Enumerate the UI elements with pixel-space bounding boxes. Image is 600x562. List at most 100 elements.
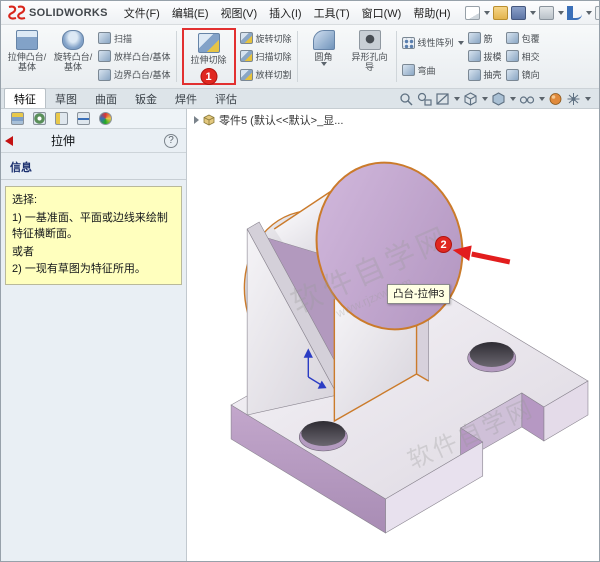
quick-access-toolbar	[464, 5, 599, 20]
linear-pattern-button[interactable]: 线性阵列	[401, 35, 464, 51]
cut-column: 旋转切除 扫描切除 放样切割	[238, 27, 294, 86]
section-view-caret-icon[interactable]	[454, 97, 460, 101]
lofted-boss-label: 放样凸台/基体	[114, 51, 171, 62]
collapse-panel-icon[interactable]	[5, 135, 13, 146]
solidworks-logo-icon	[8, 5, 26, 20]
open-icon[interactable]	[492, 5, 508, 20]
feature-manager-tab-icon[interactable]	[11, 112, 24, 125]
draft-button[interactable]: 拔模	[467, 48, 502, 64]
rib-column: 筋 拔模 抽壳	[466, 27, 504, 86]
new-caret-icon[interactable]	[483, 10, 490, 15]
mirror-icon	[505, 68, 519, 81]
ribbon-separator	[395, 31, 397, 82]
extrude-cut-icon	[197, 33, 220, 53]
help-icon[interactable]: ?	[164, 133, 178, 148]
intersect-button[interactable]: 相交	[505, 48, 540, 64]
intersect-icon	[505, 50, 519, 63]
display-style-icon[interactable]	[491, 92, 506, 106]
flex-label: 弯曲	[417, 65, 436, 76]
tree-item-label: 零件5 (默认<<默认>_显...	[219, 115, 344, 127]
tree-expand-icon[interactable]	[194, 116, 199, 124]
tab-features[interactable]: 特征	[4, 88, 46, 108]
lofted-cut-label: 放样切割	[255, 70, 292, 81]
menu-view[interactable]: 视图(V)	[215, 2, 264, 24]
mounting-hole-left[interactable]	[298, 421, 348, 452]
hide-show-caret-icon[interactable]	[539, 97, 545, 101]
hole-wizard-button[interactable]: 异形孔向导	[347, 27, 393, 86]
tab-evaluate[interactable]: 评估	[206, 89, 246, 108]
configuration-manager-tab-icon[interactable]	[55, 112, 68, 125]
zoom-fit-icon[interactable]	[399, 92, 414, 106]
draft-label: 拔模	[483, 51, 502, 62]
display-manager-tab-icon[interactable]	[99, 112, 112, 125]
save-icon[interactable]	[510, 5, 526, 20]
extrude-boss-button[interactable]: 拉伸凸台/基体	[4, 27, 50, 86]
wrap-button[interactable]: 包覆	[505, 30, 540, 46]
lofted-cut-button[interactable]: 放样切割	[239, 67, 292, 83]
zoom-area-icon[interactable]	[417, 92, 432, 106]
graphics-viewport[interactable]: 零件5 (默认<<默认>_显... 软件自学网 www.rjzxw.com 软件…	[187, 109, 599, 561]
view-settings-icon[interactable]	[566, 92, 581, 106]
swept-cut-button[interactable]: 扫描切除	[239, 48, 292, 64]
lofted-boss-icon	[98, 50, 111, 63]
menu-help[interactable]: 帮助(H)	[407, 2, 456, 24]
model-scene[interactable]: 软件自学网 www.rjzxw.com 软件自学网	[187, 109, 599, 561]
menu-edit[interactable]: 编辑(E)	[166, 2, 215, 24]
boundary-boss-button[interactable]: 边界凸台/基体	[98, 67, 171, 83]
flex-button[interactable]: 弯曲	[401, 62, 464, 78]
mirror-label: 镜向	[521, 70, 540, 81]
revolve-cut-label: 旋转切除	[255, 33, 292, 44]
view-orientation-icon[interactable]	[463, 92, 478, 106]
swept-boss-icon	[98, 32, 111, 45]
fillet-caret-icon[interactable]	[321, 62, 328, 67]
save-caret-icon[interactable]	[529, 10, 536, 15]
pattern-feature-group: 线性阵列 弯曲 筋 拔模 抽壳 包覆 相交 镜向	[398, 27, 544, 86]
print-caret-icon[interactable]	[557, 10, 564, 15]
mounting-hole-right[interactable]	[467, 342, 517, 373]
flex-icon	[401, 64, 415, 77]
solidworks-logo: SOLIDWORKS	[6, 5, 108, 20]
undo-icon[interactable]	[566, 5, 582, 20]
fillet-button[interactable]: 圆角	[301, 27, 347, 86]
view-orientation-caret-icon[interactable]	[482, 97, 488, 101]
menu-insert[interactable]: 插入(I)	[263, 2, 307, 24]
property-manager-header: 拉伸 ?	[1, 129, 186, 153]
hide-show-items-icon[interactable]	[519, 92, 535, 106]
step-1-badge: 1	[200, 68, 218, 85]
fillet-icon	[312, 30, 335, 50]
tab-sheet-metal[interactable]: 钣金	[126, 89, 166, 108]
solidworks-window: SOLIDWORKS 文件(F) 编辑(E) 视图(V) 插入(I) 工具(T)…	[0, 0, 600, 562]
view-settings-caret-icon[interactable]	[585, 97, 591, 101]
mirror-button[interactable]: 镜向	[505, 67, 540, 83]
property-manager-tab-icon[interactable]	[33, 112, 46, 125]
dimxpert-manager-tab-icon[interactable]	[77, 112, 90, 125]
shell-button[interactable]: 抽壳	[467, 67, 502, 83]
print-icon[interactable]	[538, 5, 554, 20]
swept-boss-button[interactable]: 扫描	[98, 30, 171, 46]
revolve-cut-button[interactable]: 旋转切除	[239, 30, 292, 46]
fillet-label: 圆角	[314, 52, 333, 62]
rib-label: 筋	[483, 33, 493, 44]
rebuild-icon[interactable]	[594, 5, 599, 20]
extrude-cut-label: 拉伸切除	[190, 55, 227, 65]
feature-tree-flyout[interactable]: 零件5 (默认<<默认>_显...	[194, 112, 343, 128]
section-view-icon[interactable]	[435, 92, 450, 106]
revolve-boss-button[interactable]: 旋转凸台/基体	[50, 27, 96, 86]
menu-window[interactable]: 窗口(W)	[356, 2, 408, 24]
edit-appearance-icon[interactable]	[548, 92, 563, 106]
rib-button[interactable]: 筋	[467, 30, 502, 46]
extrude-cut-button[interactable]: 拉伸切除	[186, 30, 232, 65]
menu-file[interactable]: 文件(F)	[118, 2, 166, 24]
swept-cut-label: 扫描切除	[255, 51, 292, 62]
boss-group: 拉伸凸台/基体 旋转凸台/基体 扫描 放样凸台/基体 边界凸台/基体	[2, 27, 175, 86]
tab-surfaces[interactable]: 曲面	[86, 89, 126, 108]
lofted-boss-button[interactable]: 放样凸台/基体	[98, 48, 171, 64]
new-document-icon[interactable]	[464, 5, 480, 20]
menu-tools[interactable]: 工具(T)	[308, 2, 356, 24]
linear-pattern-caret-icon[interactable]	[457, 40, 464, 45]
display-style-caret-icon[interactable]	[510, 97, 516, 101]
tab-sketch[interactable]: 草图	[46, 89, 86, 108]
message-line: 或者	[12, 245, 34, 258]
undo-caret-icon[interactable]	[585, 10, 592, 15]
tab-weldments[interactable]: 焊件	[166, 89, 206, 108]
